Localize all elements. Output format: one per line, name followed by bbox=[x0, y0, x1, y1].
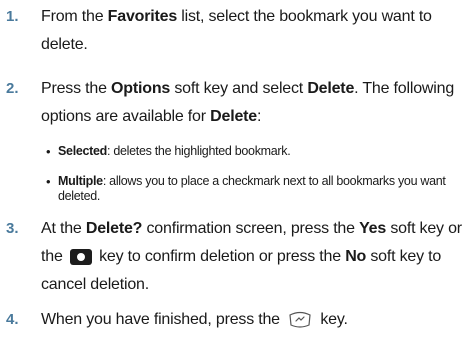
text-run: key. bbox=[316, 311, 348, 328]
text-run: confirmation screen, press the bbox=[142, 220, 360, 237]
option-text: Multiple: allows you to place a checkmar… bbox=[58, 174, 458, 204]
ui-term-no: No bbox=[345, 248, 367, 265]
text-run: key to confirm deletion or press the bbox=[94, 248, 346, 265]
ui-term-delete: Delete bbox=[210, 108, 257, 125]
ui-term-favorites: Favorites bbox=[107, 8, 178, 25]
instruction-list: 1. From the Favorites list, select the b… bbox=[0, 0, 470, 336]
option-text: Selected: deletes the highlighted bookma… bbox=[58, 144, 458, 159]
text-run: From the bbox=[41, 8, 108, 25]
ui-term-options: Options bbox=[111, 80, 171, 97]
step-number: 2. bbox=[6, 80, 19, 97]
text-run: : bbox=[256, 108, 262, 125]
step-number: 3. bbox=[6, 220, 19, 237]
end-key-icon bbox=[287, 309, 313, 339]
option-desc: : allows you to place a checkmark next t… bbox=[58, 174, 446, 203]
ui-term-delete-confirm: Delete? bbox=[85, 220, 143, 237]
step-text: From the Favorites list, select the book… bbox=[41, 3, 465, 59]
ui-term-yes: Yes bbox=[359, 220, 387, 237]
bullet: • bbox=[46, 174, 51, 189]
ok-key-icon bbox=[69, 249, 92, 265]
ui-term-delete: Delete bbox=[307, 80, 355, 97]
step-number: 4. bbox=[6, 311, 19, 328]
option-desc: : deletes the highlighted bookmark. bbox=[107, 144, 291, 158]
option-term: Multiple bbox=[58, 174, 103, 188]
option-term: Selected bbox=[58, 144, 108, 158]
bullet: • bbox=[46, 144, 51, 159]
text-run: Press the bbox=[41, 80, 112, 97]
step-number: 1. bbox=[6, 8, 19, 25]
text-run: At the bbox=[41, 220, 86, 237]
text-run: soft key and select bbox=[170, 80, 308, 97]
step-text: At the Delete? confirmation screen, pres… bbox=[41, 215, 465, 299]
text-run: When you have finished, press the bbox=[41, 311, 285, 328]
step-text: Press the Options soft key and select De… bbox=[41, 75, 465, 131]
step-text: When you have finished, press the key. bbox=[41, 306, 465, 339]
